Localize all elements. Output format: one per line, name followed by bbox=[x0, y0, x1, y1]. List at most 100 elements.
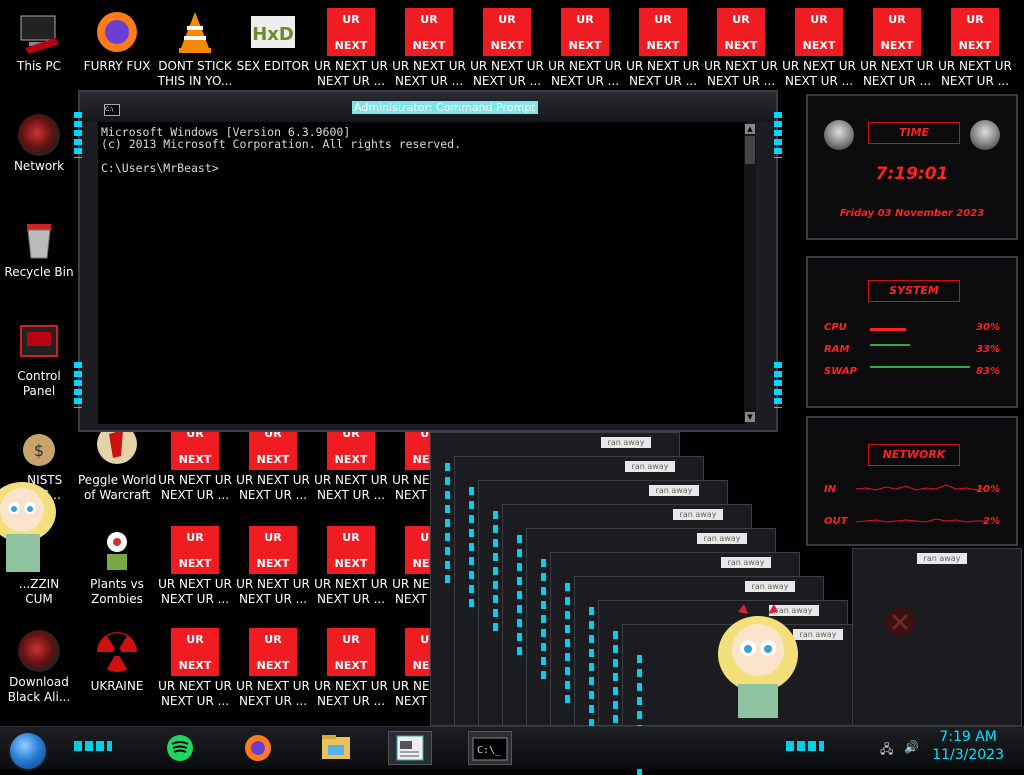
start-button[interactable] bbox=[8, 731, 48, 771]
ur-box-bottom-text: NEXT bbox=[334, 453, 368, 466]
desktop-icon-network[interactable]: Network bbox=[0, 108, 78, 174]
desktop-icon-ur-next[interactable]: UR NEXT UR NEXT UR NEXT UR ... bbox=[780, 4, 858, 89]
ur-box-bottom-text: NEXT bbox=[724, 39, 758, 52]
desktop-icon-ukraine[interactable]: UKRAINE bbox=[78, 624, 156, 694]
ur-box-top-text: UR bbox=[264, 531, 282, 544]
console-prompt: C:\Users\MrBeast> bbox=[101, 161, 219, 175]
taskbar-clock[interactable]: 7:19 AM 11/3/2023 bbox=[932, 728, 1004, 764]
ur-next-box-icon: UR NEXT bbox=[327, 628, 375, 676]
desktop-icon-ur-next[interactable]: UR NEXT UR NEXT UR NEXT UR ... bbox=[702, 4, 780, 89]
desktop-icon-recycle-bin[interactable]: Recycle Bin bbox=[0, 210, 78, 280]
command-prompt-window[interactable]: C:\ Administrator: Command Prompt Micros… bbox=[74, 90, 782, 432]
ur-box-top-text: UR bbox=[732, 13, 750, 26]
desktop-icon-label: UR NEXT UR NEXT UR ... bbox=[470, 59, 544, 88]
volume-icon[interactable]: 🔊 bbox=[904, 740, 919, 754]
desktop-icon-ur-next[interactable]: UR NEXT UR NEXT UR NEXT UR ... bbox=[546, 4, 624, 89]
scroll-down-arrow-icon[interactable]: ▼ bbox=[745, 412, 755, 422]
taskbar-app-cmd[interactable]: C:\_ bbox=[468, 731, 512, 765]
net-out-graph bbox=[856, 518, 986, 523]
spotify-icon bbox=[167, 735, 193, 761]
svg-text:$: $ bbox=[34, 441, 44, 460]
window-frame-light bbox=[74, 362, 82, 408]
window-title: ran away bbox=[649, 485, 699, 496]
radiation-icon bbox=[93, 628, 141, 676]
window-titlebar[interactable]: C:\ Administrator: Command Prompt bbox=[80, 92, 776, 122]
scrollbar-thumb[interactable] bbox=[745, 136, 755, 164]
desktop-icon-control-panel[interactable]: Control Panel bbox=[0, 314, 78, 399]
ur-box-bottom-text: NEXT bbox=[256, 659, 290, 672]
ur-box-top-text: UR bbox=[810, 13, 828, 26]
ur-box-bottom-text: NEXT bbox=[178, 557, 212, 570]
desktop-icon-ur-next[interactable]: UR NEXT UR NEXT UR NEXT UR ... bbox=[234, 624, 312, 709]
taskbar-app-firefox[interactable] bbox=[236, 731, 280, 765]
firefox-icon bbox=[93, 8, 141, 56]
ram-value: 33% bbox=[976, 344, 1000, 355]
desktop-icon-label: UR NEXT UR NEXT UR ... bbox=[158, 577, 232, 606]
swap-bar bbox=[870, 366, 970, 368]
ur-next-box-icon: UR NEXT bbox=[717, 8, 765, 56]
taskbar-app-spotify[interactable] bbox=[158, 731, 202, 765]
alien-head-icon bbox=[824, 120, 854, 150]
desktop-icon-label: Recycle Bin bbox=[4, 265, 74, 279]
desktop-icon-ur-next[interactable]: UR NEXT UR NEXT UR NEXT UR ... bbox=[624, 4, 702, 89]
desktop-icon-ur-next[interactable]: UR NEXT UR NEXT UR NEXT UR ... bbox=[936, 4, 1014, 89]
network-tray-icon[interactable]: 🖧 bbox=[880, 740, 893, 761]
ur-box-top-text: UR bbox=[888, 13, 906, 26]
widget-date: Friday 03 November 2023 bbox=[839, 208, 985, 219]
desktop-icon-ur-next[interactable]: UR NEXT UR NEXT UR NEXT UR ... bbox=[390, 4, 468, 89]
desktop-icon-label: UR NEXT UR NEXT UR ... bbox=[314, 59, 388, 88]
ur-box-bottom-text: NEXT bbox=[334, 659, 368, 672]
taskbar-app-file-explorer[interactable] bbox=[314, 731, 358, 765]
window-title: ran away bbox=[745, 581, 795, 592]
ur-box-top-text: UR bbox=[576, 13, 594, 26]
notepad-icon bbox=[396, 735, 424, 761]
window-title: ran away bbox=[673, 509, 723, 520]
window-frame-light bbox=[774, 362, 782, 408]
ur-box-bottom-text: NEXT bbox=[958, 39, 992, 52]
taskbar: C:\_ 🖧 🔊 7:19 AM 11/3/2023 bbox=[0, 726, 1024, 771]
desktop-icon-label: UR NEXT UR NEXT UR ... bbox=[314, 679, 388, 708]
desktop-icon-ur-next[interactable]: UR NEXT UR NEXT UR NEXT UR ... bbox=[468, 4, 546, 89]
ur-box-bottom-text: NEXT bbox=[256, 453, 290, 466]
desktop-icon-ur-next[interactable]: UR NEXT UR NEXT UR NEXT UR ... bbox=[312, 522, 390, 607]
svg-text:C:\_: C:\_ bbox=[477, 745, 502, 756]
console-output[interactable]: Microsoft Windows [Version 6.3.9600] (c)… bbox=[98, 122, 746, 424]
desktop-icon-dont-stick[interactable]: DONT STICK THIS IN YO... bbox=[156, 4, 234, 89]
desktop-icon-label: FURRY FUX bbox=[83, 59, 151, 73]
desktop-icon-furry-fux[interactable]: FURRY FUX bbox=[78, 4, 156, 74]
net-out-label: OUT bbox=[824, 516, 848, 527]
scroll-up-arrow-icon[interactable]: ▲ bbox=[745, 124, 755, 134]
taskbar-light-decoration bbox=[786, 741, 824, 751]
ur-box-bottom-text: NEXT bbox=[256, 557, 290, 570]
cpu-value: 30% bbox=[976, 322, 1000, 333]
desktop-icon-ur-next[interactable]: UR NEXT UR NEXT UR NEXT UR ... bbox=[156, 522, 234, 607]
desktop-icon-label: UR NEXT UR NEXT UR ... bbox=[236, 679, 310, 708]
alien-orb-icon bbox=[18, 630, 60, 672]
desktop-icon-download-black-ali[interactable]: Download Black Ali... bbox=[0, 624, 78, 705]
clock-time: 7:19 AM bbox=[939, 729, 997, 745]
desktop-icon-label: Network bbox=[13, 159, 65, 173]
vertical-scrollbar[interactable]: ▲ ▼ bbox=[744, 124, 756, 422]
hxd-icon: HxD bbox=[249, 8, 297, 56]
background-window[interactable]: ran away bbox=[852, 548, 1022, 726]
desktop-icon-ur-next[interactable]: UR NEXT UR NEXT UR NEXT UR ... bbox=[312, 624, 390, 709]
taskbar-app-notepad[interactable] bbox=[388, 731, 432, 765]
desktop-icon-ur-next[interactable]: UR NEXT UR NEXT UR NEXT UR ... bbox=[156, 624, 234, 709]
desktop-icon-ur-next[interactable]: UR NEXT UR NEXT UR NEXT UR ... bbox=[312, 4, 390, 89]
ur-box-top-text: UR bbox=[264, 633, 282, 646]
desktop-icon-sex-editor[interactable]: HxD SEX EDITOR bbox=[234, 4, 312, 74]
cmd-icon[interactable]: C:\ bbox=[104, 104, 120, 116]
window-frame-light bbox=[541, 559, 546, 679]
window-frame-light bbox=[445, 463, 450, 583]
ur-box-top-text: UR bbox=[186, 633, 204, 646]
desktop-icon-label: Control Panel bbox=[17, 369, 61, 398]
desktop-icon-ur-next[interactable]: UR NEXT UR NEXT UR NEXT UR ... bbox=[858, 4, 936, 89]
desktop-icon-ur-next[interactable]: UR NEXT UR NEXT UR NEXT UR ... bbox=[234, 522, 312, 607]
desktop-icon-plants-vs-zombies[interactable]: Plants vs Zombies bbox=[78, 522, 156, 607]
window-frame-light bbox=[517, 535, 522, 655]
ram-label: RAM bbox=[824, 344, 850, 355]
desktop-icon-this-pc[interactable]: This PC bbox=[0, 4, 78, 74]
ur-box-top-text: UR bbox=[654, 13, 672, 26]
ur-box-top-text: UR bbox=[186, 531, 204, 544]
ur-next-box-icon: UR NEXT bbox=[951, 8, 999, 56]
